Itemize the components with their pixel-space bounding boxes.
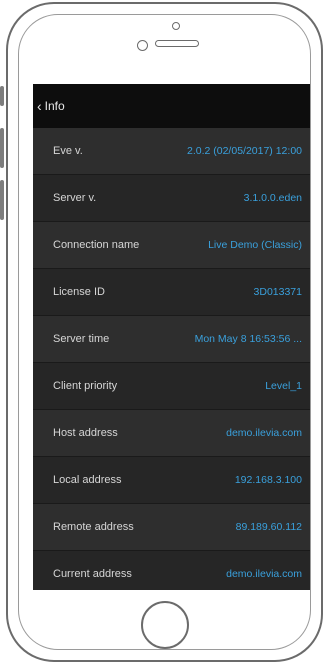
row-label: Current address — [53, 568, 132, 580]
row-value: 3D013371 — [253, 286, 302, 298]
row-value: 3.1.0.0.eden — [243, 192, 302, 204]
mute-switch — [0, 86, 4, 106]
info-row-license-id: License ID 3D013371 — [33, 269, 310, 316]
info-row-remote-address: Remote address 89.189.60.112 — [33, 504, 310, 551]
row-value: Mon May 8 16:53:56 ... — [194, 333, 302, 345]
info-row-local-address: Local address 192.168.3.100 — [33, 457, 310, 504]
info-row-server-version: Server v. 3.1.0.0.eden — [33, 175, 310, 222]
row-label: Server v. — [53, 192, 97, 204]
navigation-bar: ‹ Info — [33, 84, 310, 128]
row-value: Live Demo (Classic) — [208, 239, 302, 251]
info-row-current-address: Current address demo.ilevia.com — [33, 551, 310, 590]
info-list: Eve v. 2.0.2 (02/05/2017) 12:00 Server v… — [33, 128, 310, 590]
info-row-client-priority: Client priority Level_1 — [33, 363, 310, 410]
info-row-connection-name: Connection name Live Demo (Classic) — [33, 222, 310, 269]
volume-up-button — [0, 128, 4, 168]
row-label: Connection name — [53, 239, 140, 251]
row-label: Eve v. — [53, 145, 83, 157]
row-label: License ID — [53, 286, 105, 298]
home-button[interactable] — [141, 601, 189, 649]
row-value: Level_1 — [265, 380, 302, 392]
row-label: Host address — [53, 427, 118, 439]
chevron-left-icon: ‹ — [37, 98, 42, 114]
back-button[interactable]: ‹ Info — [33, 99, 65, 113]
row-value: 89.189.60.112 — [235, 521, 302, 533]
row-label: Server time — [53, 333, 110, 345]
row-label: Remote address — [53, 521, 134, 533]
info-row-host-address: Host address demo.ilevia.com — [33, 410, 310, 457]
info-row-eve-version: Eve v. 2.0.2 (02/05/2017) 12:00 — [33, 128, 310, 175]
row-label: Client priority — [53, 380, 118, 392]
app-screen: ‹ Info Eve v. 2.0.2 (02/05/2017) 12:00 S… — [33, 84, 310, 590]
front-camera-icon — [137, 40, 148, 51]
row-label: Local address — [53, 474, 122, 486]
row-value: demo.ilevia.com — [226, 568, 302, 580]
row-value: demo.ilevia.com — [226, 427, 302, 439]
row-value: 192.168.3.100 — [234, 474, 302, 486]
info-row-server-time: Server time Mon May 8 16:53:56 ... — [33, 316, 310, 363]
earpiece-speaker — [155, 40, 199, 47]
row-value: 2.0.2 (02/05/2017) 12:00 — [186, 145, 302, 157]
back-button-label: Info — [44, 99, 65, 113]
camera-icon — [172, 22, 180, 30]
volume-down-button — [0, 180, 4, 220]
